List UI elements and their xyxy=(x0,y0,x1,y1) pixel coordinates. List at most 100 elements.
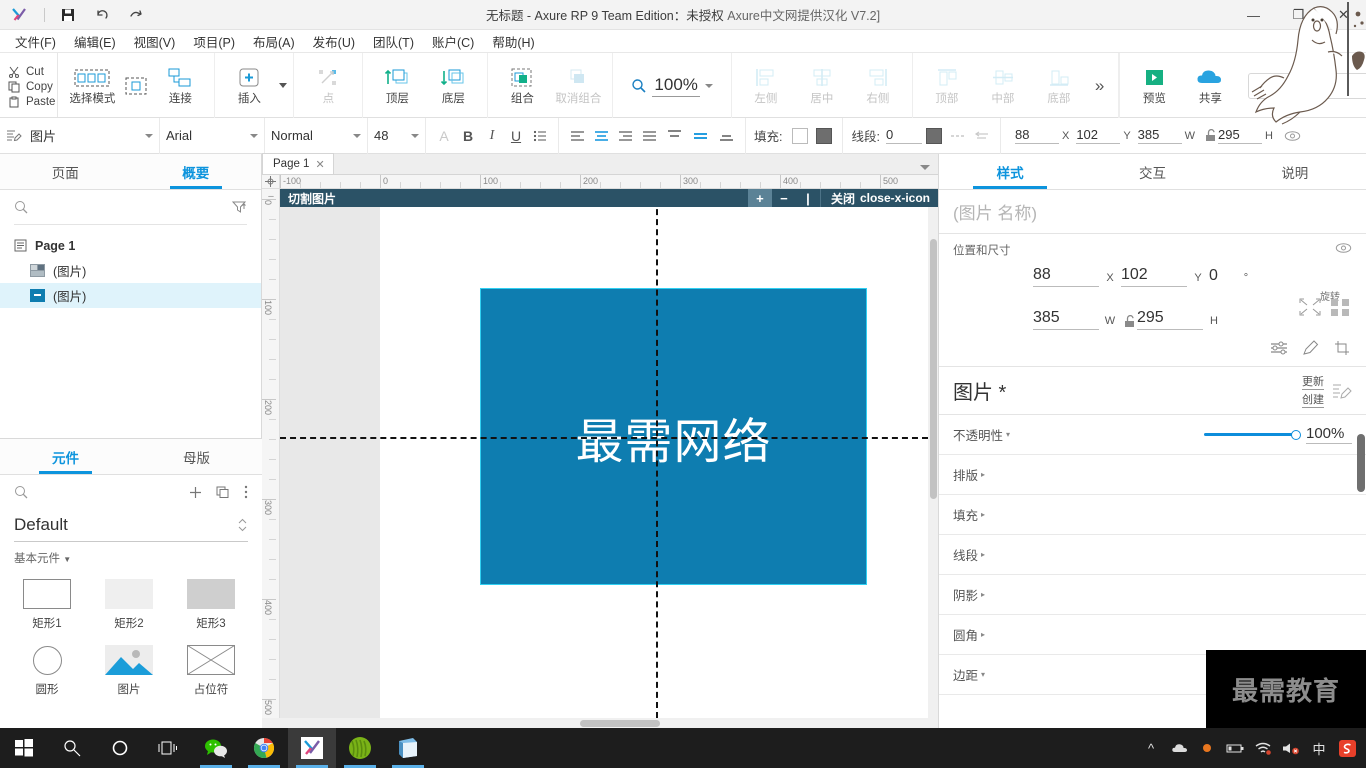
copy-stack-icon[interactable] xyxy=(216,486,230,499)
bold-icon[interactable]: B xyxy=(456,124,480,148)
select-single-button[interactable] xyxy=(120,56,152,116)
orange-dot-icon[interactable] xyxy=(1194,728,1220,768)
connect-button[interactable]: 连接 xyxy=(152,56,208,116)
crop-icon[interactable] xyxy=(1334,340,1352,356)
valign-bottom-icon[interactable] xyxy=(713,124,739,148)
battery-icon[interactable] xyxy=(1222,728,1248,768)
w-field[interactable]: 385 xyxy=(1033,309,1099,330)
update-style-link[interactable]: 更新 xyxy=(1302,373,1324,390)
widget-circle[interactable]: 圆形 xyxy=(6,638,88,704)
valign-top-icon[interactable] xyxy=(661,124,687,148)
line-color-swatch[interactable] xyxy=(922,124,946,148)
font-weight-combo[interactable]: Normal xyxy=(271,124,361,148)
zoom-group[interactable]: 100% xyxy=(613,53,732,118)
preview-button[interactable]: 预览 xyxy=(1126,56,1182,116)
taskbar-start-button[interactable] xyxy=(0,728,48,768)
taskbar-chrome-button[interactable] xyxy=(240,728,288,768)
tab-widgets[interactable]: 元件 xyxy=(0,439,131,474)
tree-item-page1[interactable]: Page 1 xyxy=(0,233,261,258)
align-right-icon[interactable] xyxy=(613,124,637,148)
menu-item-layout[interactable]: 布局(A) xyxy=(244,29,304,54)
widget-rect3[interactable]: 矩形3 xyxy=(170,572,252,638)
slice-guide-horizontal[interactable] xyxy=(280,437,928,439)
tree-item-image-2[interactable]: (图片) xyxy=(0,283,261,308)
redo-icon[interactable] xyxy=(119,2,153,28)
taskbar-notepad-app-button[interactable] xyxy=(384,728,432,768)
volume-muted-icon[interactable] xyxy=(1278,728,1304,768)
prop-corner[interactable]: 圆角 ▸ xyxy=(939,615,1366,655)
group-button[interactable]: 组合 xyxy=(494,56,550,116)
x-field[interactable]: 88 xyxy=(1033,266,1099,287)
valign-middle-icon[interactable] xyxy=(687,124,713,148)
minimize-button[interactable]: — xyxy=(1231,0,1276,30)
copy-button[interactable]: Copy xyxy=(6,80,57,94)
font-size-combo[interactable]: 48 xyxy=(374,124,419,148)
tab-pages[interactable]: 页面 xyxy=(0,154,131,189)
widget-rect2[interactable]: 矩形2 xyxy=(88,572,170,638)
prop-line[interactable]: 线段 ▸ xyxy=(939,535,1366,575)
page-tab-overflow-caret-icon[interactable] xyxy=(920,165,930,170)
align-center-icon[interactable] xyxy=(589,124,613,148)
lock-open-icon[interactable] xyxy=(1121,315,1137,330)
tree-item-image-1[interactable]: (图片) xyxy=(0,258,261,283)
taskbar-taskview-button[interactable] xyxy=(144,728,192,768)
canvas-hscrollbar[interactable] xyxy=(280,718,928,728)
h-field[interactable]: 295 xyxy=(1137,309,1203,330)
h-input[interactable]: 295 xyxy=(1218,127,1263,144)
page-tab-close-icon[interactable]: ✕ xyxy=(315,158,324,171)
menu-item-publish[interactable]: 发布(U) xyxy=(304,29,364,54)
right-panel-scrollbar[interactable] xyxy=(1357,434,1365,492)
anchor-grid-icon[interactable] xyxy=(1328,296,1352,318)
insert-button[interactable]: 插入 xyxy=(221,56,277,116)
close-button[interactable]: ✕ xyxy=(1321,0,1366,30)
page-tab-page1[interactable]: Page 1 ✕ xyxy=(262,153,334,174)
horizontal-ruler[interactable]: -100 0 100 200 300 400 500 xyxy=(280,175,938,189)
lock-open-icon[interactable] xyxy=(1202,124,1218,148)
more-tools-button[interactable]: » xyxy=(1087,53,1112,118)
font-family-combo[interactable]: Arial xyxy=(166,124,258,148)
tab-masters[interactable]: 母版 xyxy=(131,439,262,474)
widget-name-input[interactable]: (图片 名称) xyxy=(939,190,1366,234)
style-edit-icon[interactable] xyxy=(1332,382,1352,400)
filter-sort-icon[interactable] xyxy=(232,200,247,214)
select-mode-button[interactable]: 选择模式 xyxy=(64,56,120,116)
taskbar-search-button[interactable] xyxy=(48,728,96,768)
tab-notes[interactable]: 说明 xyxy=(1224,154,1366,189)
taskbar-axure-button[interactable] xyxy=(288,728,336,768)
fill-color-swatch[interactable] xyxy=(812,124,836,148)
cut-button[interactable]: Cut xyxy=(6,65,57,79)
tab-style[interactable]: 样式 xyxy=(939,154,1081,189)
slice-remove-button[interactable]: − xyxy=(772,189,796,207)
menu-item-file[interactable]: 文件(F) xyxy=(6,29,65,54)
bullet-list-icon[interactable] xyxy=(528,124,552,148)
onedrive-icon[interactable] xyxy=(1166,728,1192,768)
ruler-origin-button[interactable] xyxy=(262,175,280,189)
taskbar-green-app-button[interactable] xyxy=(336,728,384,768)
prop-fill[interactable]: 填充 ▸ xyxy=(939,495,1366,535)
bring-to-front-button[interactable]: 顶层 xyxy=(369,56,425,116)
widget-group-label[interactable]: 基本元件 ▼ xyxy=(0,542,262,570)
slice-close-button[interactable]: 关闭 close-x-icon xyxy=(819,189,938,207)
align-left-icon[interactable] xyxy=(565,124,589,148)
underline-icon[interactable]: U xyxy=(504,124,528,148)
share-button[interactable]: 共享 xyxy=(1182,56,1238,116)
resize-handles-icon[interactable] xyxy=(1298,296,1322,318)
wifi-icon[interactable] xyxy=(1250,728,1276,768)
insert-dropdown-caret-icon[interactable] xyxy=(279,83,288,88)
opacity-value[interactable]: 100% xyxy=(1306,425,1352,444)
x-input[interactable]: 88 xyxy=(1014,127,1059,144)
slice-guide-vertical[interactable] xyxy=(656,189,658,718)
font-color-icon[interactable]: A xyxy=(432,124,456,148)
zoom-value[interactable]: 100% xyxy=(652,75,700,97)
create-style-link[interactable]: 创建 xyxy=(1302,391,1324,408)
tab-outline[interactable]: 概要 xyxy=(131,154,262,189)
opacity-slider[interactable] xyxy=(1204,429,1301,440)
slice-add-button[interactable]: + xyxy=(747,189,772,207)
menu-item-team[interactable]: 团队(T) xyxy=(364,29,423,54)
widget-rect1[interactable]: 矩形1 xyxy=(6,572,88,638)
vscroll-thumb[interactable] xyxy=(930,239,937,499)
y-field[interactable]: 102 xyxy=(1121,266,1187,287)
adjust-sliders-icon[interactable] xyxy=(1270,340,1288,356)
sogou-input-icon[interactable] xyxy=(1334,728,1360,768)
hscroll-thumb[interactable] xyxy=(580,720,660,727)
